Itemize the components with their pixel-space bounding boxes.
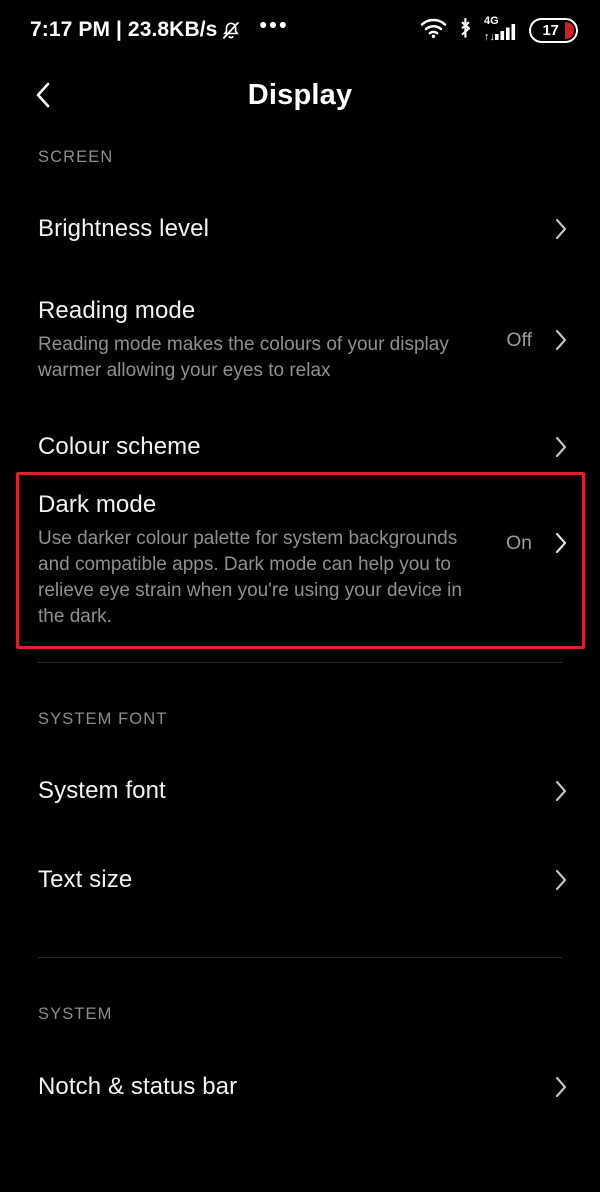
row-value: On <box>505 531 532 554</box>
row-text-block: Dark mode Use darker colour palette for … <box>38 490 506 630</box>
chevron-right-icon <box>550 530 570 556</box>
row-subtitle: Reading mode makes the colours of your d… <box>38 333 449 381</box>
chevron-right-icon <box>550 867 570 893</box>
chevron-right-icon <box>550 778 570 804</box>
row-system-font[interactable]: System font <box>0 765 600 817</box>
row-brightness-level[interactable]: Brightness level <box>0 202 600 256</box>
row-text-block: Notch & status bar <box>38 1072 550 1102</box>
status-clock-and-netspeed: 7:17 PM | 23.8KB/s <box>30 18 218 41</box>
row-text-block: Colour scheme <box>38 432 550 462</box>
status-bar: 7:17 PM | 23.8KB/s ••• 4G ↑↓ 17 <box>0 0 600 60</box>
back-button[interactable] <box>22 73 66 117</box>
battery-indicator: 17 <box>529 17 578 43</box>
row-dark-mode[interactable]: Dark mode Use darker colour palette for … <box>0 472 600 632</box>
chevron-right-icon <box>550 216 570 242</box>
row-title: Colour scheme <box>38 433 201 460</box>
row-text-block: System font <box>38 776 550 806</box>
wifi-icon <box>420 17 447 44</box>
section-header-system: SYSTEM <box>38 1005 113 1023</box>
row-trailing <box>550 778 570 804</box>
battery-level-label: 17 <box>542 21 559 39</box>
row-notch-and-status-bar[interactable]: Notch & status bar <box>0 1061 600 1113</box>
row-title: Text size <box>38 866 133 893</box>
chevron-right-icon <box>550 1074 570 1100</box>
signal-bars-icon: 4G ↑↓ <box>484 15 518 42</box>
row-reading-mode[interactable]: Reading mode Reading mode makes the colo… <box>0 290 600 390</box>
bluetooth-icon <box>458 16 473 45</box>
bell-muted-icon <box>219 18 243 42</box>
row-colour-scheme[interactable]: Colour scheme <box>0 422 600 472</box>
row-trailing <box>550 434 570 460</box>
status-bar-right: 4G ↑↓ 17 <box>420 15 578 45</box>
row-trailing <box>550 867 570 893</box>
svg-text:↑↓: ↑↓ <box>484 31 495 42</box>
row-title: Dark mode <box>38 491 157 518</box>
row-trailing: On <box>506 530 570 556</box>
row-subtitle: Use darker colour palette for system bac… <box>38 528 462 628</box>
row-text-block: Reading mode Reading mode makes the colo… <box>38 296 506 384</box>
section-header-screen: SCREEN <box>38 148 114 166</box>
row-title: Notch & status bar <box>38 1073 238 1100</box>
chevron-right-icon <box>550 327 570 353</box>
row-text-size[interactable]: Text size <box>0 854 600 906</box>
row-title: Brightness level <box>38 215 210 242</box>
dark-mode-container: Dark mode Use darker colour palette for … <box>0 472 600 662</box>
network-type-label: 4G <box>484 15 499 27</box>
row-title: System font <box>38 777 166 804</box>
status-overflow-dots: ••• <box>259 13 289 37</box>
page-title: Display <box>247 78 353 111</box>
row-trailing <box>550 216 570 242</box>
row-trailing <box>550 1074 570 1100</box>
app-bar: Display <box>0 60 600 130</box>
row-title: Reading mode <box>38 296 196 324</box>
row-value: Off <box>506 328 532 351</box>
chevron-left-icon <box>36 82 50 108</box>
row-trailing: Off <box>506 327 570 353</box>
status-bar-left: 7:17 PM | 23.8KB/s ••• <box>30 13 289 42</box>
row-text-block: Brightness level <box>38 214 550 244</box>
chevron-right-icon <box>550 434 570 460</box>
section-header-system-font: SYSTEM FONT <box>38 710 168 728</box>
row-text-block: Text size <box>38 865 550 895</box>
